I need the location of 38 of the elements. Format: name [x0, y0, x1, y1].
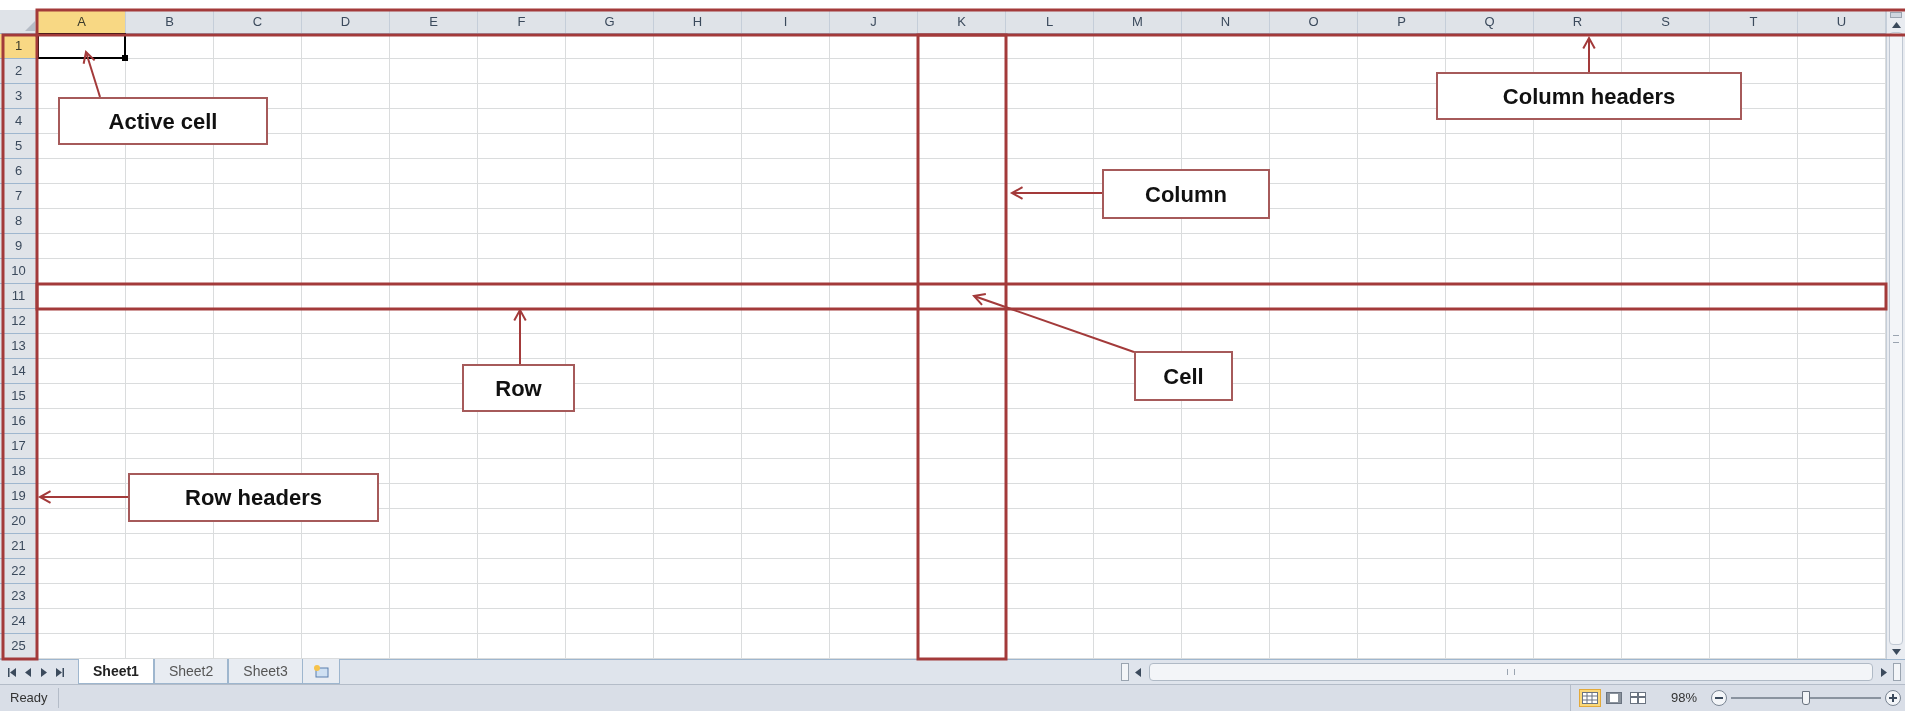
arrow: [82, 50, 101, 98]
zoom-in-button[interactable]: [1885, 690, 1901, 706]
first-sheet-icon[interactable]: [8, 667, 16, 677]
scroll-up-icon[interactable]: [1891, 22, 1901, 28]
triangle-icon: [25, 21, 35, 31]
callout-label: Cell: [1134, 351, 1233, 401]
vertical-scrollbar[interactable]: [1886, 10, 1905, 659]
callout-label: Column: [1102, 169, 1270, 219]
callout-label: Row headers: [128, 473, 379, 522]
status-text: Ready: [0, 688, 59, 708]
cell-grid[interactable]: [38, 34, 1886, 659]
plus-icon: [1889, 694, 1897, 702]
scroll-down-icon[interactable]: [1891, 649, 1901, 655]
new-sheet-icon: [312, 664, 329, 678]
slider-thumb[interactable]: [1802, 691, 1810, 705]
callout-label: Active cell: [58, 97, 268, 145]
prev-sheet-icon[interactable]: [24, 667, 32, 677]
zoom-slider[interactable]: [1731, 690, 1881, 706]
arrow: [1582, 35, 1596, 73]
callout-label: Row: [462, 364, 575, 412]
next-sheet-icon[interactable]: [40, 667, 48, 677]
zoom-out-button[interactable]: [1711, 690, 1727, 706]
sheet-tab[interactable]: Sheet1: [78, 659, 154, 684]
callout-label: Column headers: [1436, 72, 1742, 120]
last-sheet-icon[interactable]: [56, 667, 64, 677]
active-cell[interactable]: [37, 33, 126, 59]
normal-view-button[interactable]: [1578, 689, 1601, 707]
scroll-left-icon[interactable]: [1135, 667, 1141, 677]
grip-icon: [1507, 669, 1515, 675]
sheet-tab[interactable]: Sheet2: [153, 659, 229, 684]
scroll-right-icon[interactable]: [1881, 667, 1887, 677]
sheet-tab[interactable]: Sheet3: [228, 659, 303, 684]
horizontal-scrollbar[interactable]: [1149, 663, 1873, 681]
zoom-level[interactable]: 98%: [1670, 688, 1697, 708]
scroll-thumb[interactable]: [1889, 32, 1903, 645]
minus-icon: [1715, 697, 1723, 699]
arrow: [513, 307, 527, 365]
grip-icon: [1893, 334, 1899, 343]
